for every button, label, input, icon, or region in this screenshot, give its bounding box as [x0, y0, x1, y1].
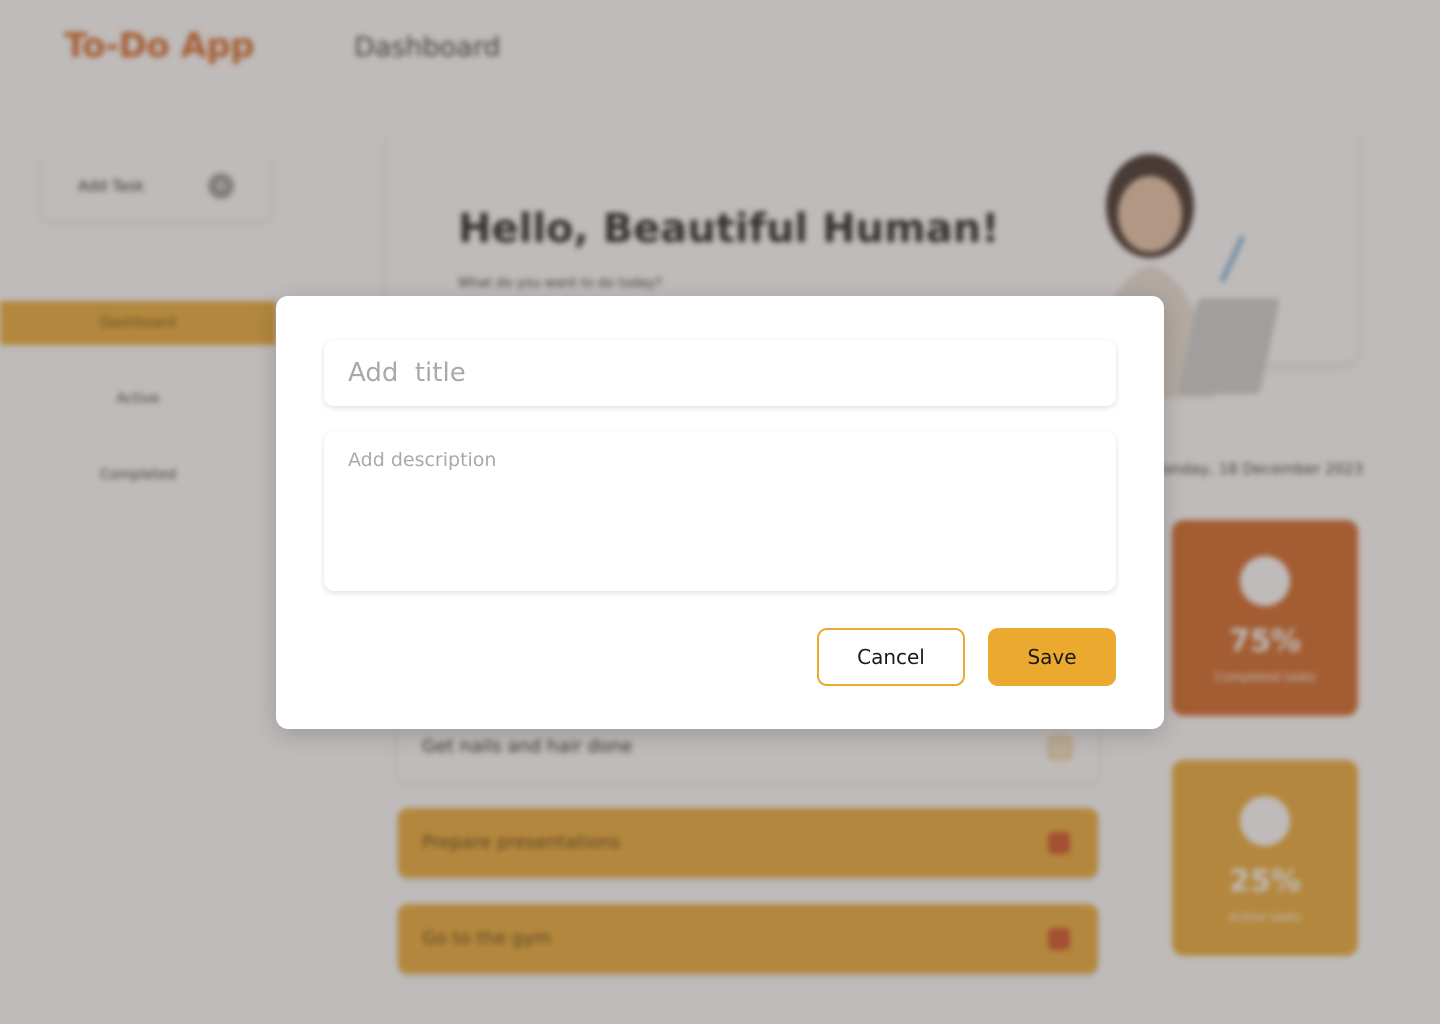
task-description-input[interactable] — [324, 431, 1116, 591]
cancel-button[interactable]: Cancel — [817, 628, 965, 686]
save-button[interactable]: Save — [988, 628, 1116, 686]
task-title-input[interactable] — [324, 340, 1116, 406]
add-task-modal: Cancel Save — [276, 296, 1164, 729]
